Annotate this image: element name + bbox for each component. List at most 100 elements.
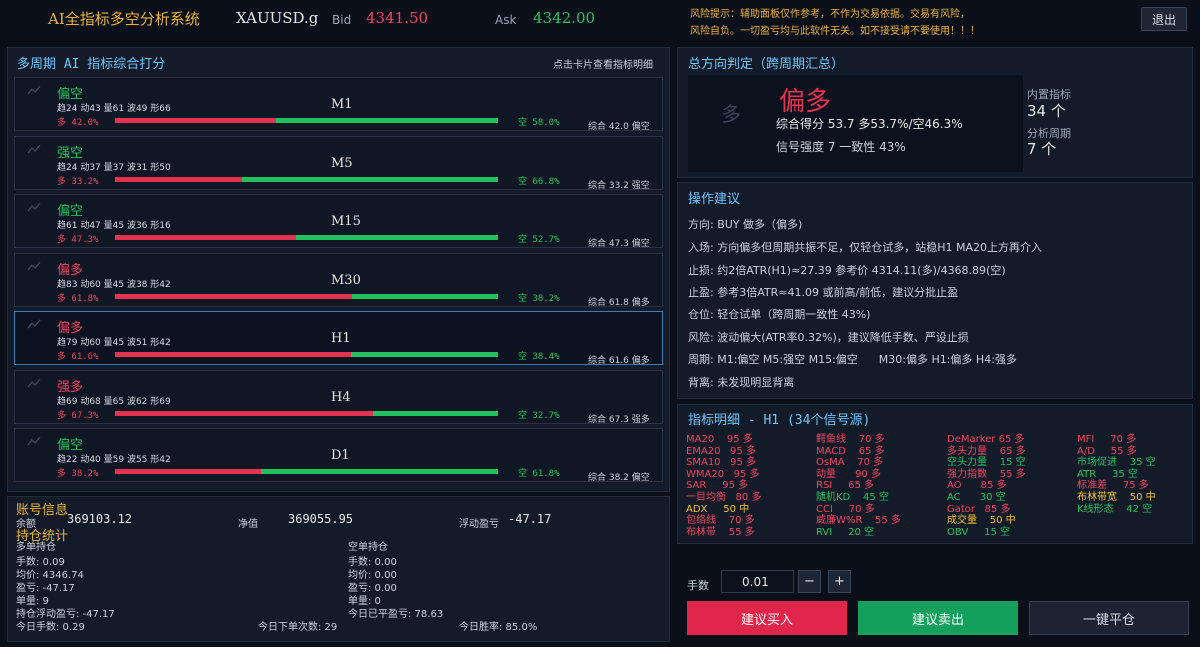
period-card[interactable]: 强空 趋24 动37 量37 波31 形50 M5 多 33.2% 空 66.8% 综合 …	[14, 135, 663, 191]
indicator-item: 一目均衡 80 多	[686, 492, 762, 503]
advice-entry: 入场: 方向偏多但周期共振不足，仅轻仓试多，站稳H1 MA20上方再介入	[688, 241, 1042, 254]
period-ratio-bar	[115, 293, 498, 299]
floating-pl-label: 浮动盈亏	[459, 519, 499, 530]
period-short-pct: 空 52.7%	[518, 235, 560, 245]
indicator-item: Gator 85 多	[947, 503, 1011, 515]
app-title: AI全指标多空分析系统	[48, 10, 200, 28]
indicator-item: 空头力量 15 空	[947, 457, 1026, 469]
indicator-item: AC 30 空	[947, 492, 1006, 503]
period-card[interactable]: 偏多 趋79 动60 量45 波51 形42 H1 多 61.6% 空 38.4% 综合 …	[14, 311, 663, 366]
analysis-periods-value: 7 个	[1027, 140, 1057, 158]
indicator-item: SAR 95 多	[686, 480, 749, 492]
builtin-indicators-value: 34 个	[1027, 102, 1066, 120]
indicator-item: WMA20 95 多	[686, 468, 760, 480]
indicator-detail-panel: 指标明细 - H1 (34个信号源) MA20 95 多 EMA20 95 多 SM…	[677, 404, 1193, 544]
equity-value: 369055.95	[288, 512, 354, 526]
period-long-fill	[115, 352, 351, 357]
indicator-item: RVI 20 空	[816, 526, 874, 538]
advice-take-profit: 止盈: 参考3倍ATR≈41.09 或前高/前低，建议分批止盈	[688, 286, 959, 299]
period-long-pct: 多 61.6%	[57, 352, 99, 362]
short-positions-title: 空单持仓	[348, 542, 388, 553]
indicator-item: EMA20 95 多	[686, 445, 756, 457]
period-long-fill	[115, 293, 352, 299]
period-stats: 趋24 动37 量37 波31 形50	[57, 162, 171, 173]
symbol-label: XAUUSD.g	[236, 9, 319, 27]
period-total: 综合 67.3 强多	[588, 414, 650, 425]
chart-icon	[27, 378, 41, 387]
indicator-item: 成交量 50 中	[947, 515, 1016, 527]
direction-score: 综合得分 53.7 多53.7%/空46.3%	[776, 117, 963, 131]
risk-warning-line-1: 风险提示：辅助面板仅作参考，不作为交易依据。交易有风险，	[690, 9, 970, 20]
buy-button[interactable]: 建议买入	[687, 601, 847, 635]
lot-increase-button[interactable]: +	[828, 570, 851, 593]
period-total: 综合 61.6 偏多	[588, 356, 650, 366]
period-card[interactable]: 偏空 趋22 动40 量59 波55 形42 D1 多 38.2% 空 61.8% 综合 …	[14, 428, 663, 483]
indicator-item: 市场促进 35 空	[1077, 457, 1156, 469]
period-name: H4	[331, 389, 351, 405]
period-stats: 趋61 动47 量45 波36 形16	[57, 221, 171, 231]
period-name: M5	[331, 155, 353, 171]
period-total: 综合 42.0 偏空	[588, 122, 650, 132]
period-long-fill	[115, 176, 243, 182]
period-long-pct: 多 61.8%	[57, 293, 99, 304]
indicator-item: 强力指数 55 多	[947, 468, 1026, 480]
indicator-item: ADX 50 中	[686, 503, 750, 515]
period-card[interactable]: 偏空 趋24 动43 量61 波49 形66 M1 多 42.0% 空 58.0% 综合 …	[14, 77, 663, 132]
advice-stop-loss: 止损: 约2倍ATR(H1)≈27.39 参考价 4314.11(多)/4368…	[688, 264, 1006, 277]
indicator-item: 多头力量 65 多	[947, 445, 1026, 457]
indicator-item: DeMarker 65 多	[947, 434, 1025, 445]
long-positions-title: 多单持仓	[16, 542, 56, 553]
period-total: 综合 33.2 强空	[588, 180, 650, 191]
chart-icon	[27, 319, 41, 329]
close-all-button[interactable]: 一键平仓	[1029, 601, 1189, 635]
ask-price: 4342.00	[533, 9, 596, 27]
account-panel: 账号信息 余额 369103.12 净值 369055.95 浮动盈亏 -47.…	[7, 496, 670, 642]
period-short-pct: 空 66.8%	[518, 176, 560, 187]
lot-input[interactable]	[721, 570, 794, 593]
period-signal: 强空	[57, 145, 84, 161]
indicator-item: MACD 65 多	[816, 445, 885, 457]
chart-icon	[27, 85, 41, 95]
equity-label: 净值	[238, 519, 258, 530]
logout-button[interactable]: 退出	[1141, 7, 1187, 31]
multi-period-panel: 多周期 AI 指标综合打分 点击卡片查看指标明细 偏空 趋24 动43 量61 波…	[7, 47, 670, 492]
floating-pl-value: -47.17	[508, 512, 552, 526]
period-stats: 趋22 动40 量59 波55 形42	[57, 455, 171, 465]
period-card[interactable]: 偏空 趋61 动47 量45 波36 形16 M15 多 47.3% 空 52.7% 综合…	[14, 194, 663, 249]
chart-icon	[27, 436, 41, 446]
indicator-item: AO 85 多	[947, 480, 1007, 492]
period-long-fill	[115, 235, 297, 240]
balance-value: 369103.12	[67, 512, 133, 526]
lot-decrease-button[interactable]: −	[798, 570, 821, 593]
risk-warning-line-2: 风险自负。一切盈亏均与此软件无关。如不接受请不要使用！！！	[690, 26, 980, 37]
indicator-item: MFI 70 多	[1077, 434, 1137, 445]
period-long-pct: 多 42.0%	[57, 118, 99, 128]
period-name: H1	[331, 331, 351, 346]
chart-icon	[27, 202, 41, 212]
period-total: 综合 61.8 偏多	[588, 297, 650, 308]
indicator-item: 标准差 75 多	[1077, 480, 1149, 492]
period-long-fill	[115, 469, 262, 474]
indicator-detail-title: 指标明细 - H1 (34个信号源)	[688, 413, 871, 428]
indicator-item: 包络线 70 多	[686, 515, 755, 527]
period-signal: 偏多	[57, 321, 84, 336]
chart-icon	[27, 261, 41, 270]
period-card[interactable]: 强多 趋69 动68 量65 波62 形69 H4 多 67.3% 空 32.7% 综合 …	[14, 369, 663, 425]
bid-label: Bid	[332, 13, 352, 27]
period-signal: 偏空	[57, 204, 84, 219]
direction-panel: 总方向判定（跨周期汇总） 多 偏多 综合得分 53.7 多53.7%/空46.3…	[677, 47, 1193, 178]
period-name: M30	[331, 272, 361, 288]
direction-verdict: 偏多	[779, 87, 832, 117]
lot-label: 手数	[687, 579, 709, 592]
advice-title: 操作建议	[688, 192, 741, 207]
period-long-pct: 多 33.2%	[57, 176, 99, 187]
period-card[interactable]: 偏多 趋83 动60 量45 波38 形42 M30 多 61.8% 空 38.2% 综合…	[14, 252, 663, 308]
sell-button[interactable]: 建议卖出	[858, 601, 1018, 635]
period-stats: 趋24 动43 量61 波49 形66	[57, 104, 171, 114]
period-stats: 趋83 动60 量45 波38 形42	[57, 279, 171, 290]
period-short-pct: 空 38.4%	[518, 352, 560, 362]
period-name: M1	[331, 97, 353, 112]
indicator-item: OsMA 70 多	[816, 457, 884, 469]
period-name: M15	[331, 214, 361, 229]
indicator-item: RSI 65 多	[816, 480, 875, 492]
